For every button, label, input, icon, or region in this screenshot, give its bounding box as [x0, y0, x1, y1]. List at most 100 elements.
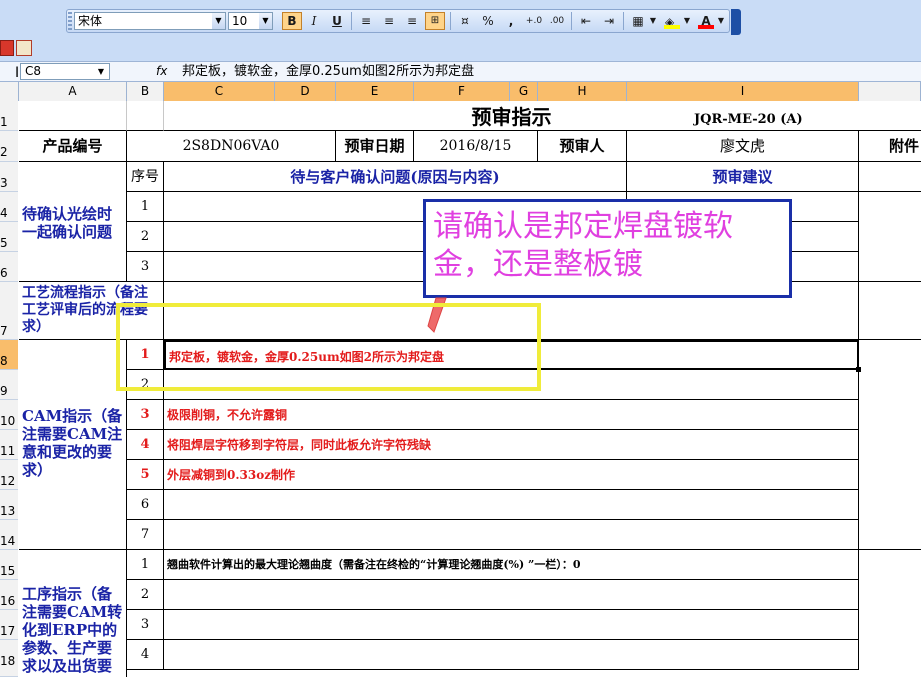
toolbar-grip[interactable]: [68, 12, 72, 30]
cell[interactable]: [859, 192, 921, 282]
date-label[interactable]: 预审日期: [336, 131, 414, 162]
align-center-icon[interactable]: ≡: [379, 12, 399, 30]
attachment-label[interactable]: 附件: [859, 131, 921, 162]
column-header-d[interactable]: D: [275, 82, 336, 101]
cam-item-text[interactable]: 极限削铜，不允许露铜: [164, 400, 859, 430]
reviewer-value[interactable]: 廖文虎: [627, 131, 859, 162]
row-header[interactable]: 10: [0, 400, 18, 430]
cell[interactable]: [859, 550, 921, 677]
cam-item-text[interactable]: 将阻焊层字符移到字符层，同时此板允许字符残缺: [164, 430, 859, 460]
row-header[interactable]: 1: [0, 101, 18, 131]
increase-decimal-icon[interactable]: +.0: [524, 12, 544, 30]
column-header-g[interactable]: G: [510, 82, 538, 101]
column-header-c[interactable]: C: [164, 82, 275, 101]
select-all-corner[interactable]: [0, 82, 19, 101]
row-header[interactable]: 9: [0, 370, 18, 400]
procedure-item-text[interactable]: [164, 640, 859, 670]
pdf-icon[interactable]: [0, 40, 14, 56]
cell[interactable]: [19, 101, 127, 131]
seq-number[interactable]: 2: [127, 222, 164, 252]
row-header[interactable]: 15: [0, 550, 18, 580]
procedure-item-text[interactable]: [164, 610, 859, 640]
procedure-item-text[interactable]: [164, 580, 859, 610]
row-header[interactable]: 16: [0, 580, 18, 610]
row-header[interactable]: 8: [0, 340, 18, 370]
cell[interactable]: [859, 340, 921, 550]
cam-seq-number[interactable]: 7: [127, 520, 164, 550]
toolbar-options-button[interactable]: [731, 9, 741, 35]
reviewer-label[interactable]: 预审人: [538, 131, 627, 162]
decrease-decimal-icon[interactable]: .00: [547, 12, 567, 30]
cam-item-text[interactable]: [164, 520, 859, 550]
product-label[interactable]: 产品编号: [19, 131, 127, 162]
fill-color-icon[interactable]: ◈: [662, 12, 682, 30]
borders-icon[interactable]: ▦: [628, 12, 648, 30]
product-value[interactable]: 2S8DN06VA0: [127, 131, 336, 162]
merge-center-icon[interactable]: ⊞: [425, 12, 445, 30]
issue-header[interactable]: 待与客户确认问题(原因与内容): [164, 162, 627, 192]
increase-indent-icon[interactable]: ⇥: [599, 12, 619, 30]
column-header-i[interactable]: I: [627, 82, 859, 101]
cell[interactable]: [859, 162, 921, 192]
row-header[interactable]: 7: [0, 282, 18, 340]
row-header[interactable]: 5: [0, 222, 18, 252]
procedure-seq-number[interactable]: 3: [127, 610, 164, 640]
font-name-select[interactable]: 宋体 ▼: [74, 12, 226, 30]
row-header[interactable]: 2: [0, 131, 18, 162]
fill-handle[interactable]: [856, 367, 861, 372]
row-header[interactable]: 4: [0, 192, 18, 222]
row-header[interactable]: 13: [0, 490, 18, 520]
row-header[interactable]: 18: [0, 640, 18, 677]
currency-icon[interactable]: ¤: [455, 12, 475, 30]
row-header[interactable]: 17: [0, 610, 18, 640]
column-header-e[interactable]: E: [336, 82, 414, 101]
bold-button[interactable]: B: [282, 12, 302, 30]
chevron-down-icon[interactable]: ▼: [259, 13, 272, 29]
advice-header[interactable]: 预审建议: [627, 162, 859, 192]
column-header-h[interactable]: H: [538, 82, 627, 101]
column-header-a[interactable]: A: [19, 82, 127, 101]
cam-seq-number[interactable]: 3: [127, 400, 164, 430]
procedure-seq-number[interactable]: 4: [127, 640, 164, 670]
section-procedure-label[interactable]: 工序指示（备注需要CAM转化到ERP中的参数、生产要求以及出货要: [19, 550, 127, 677]
procedure-seq-number[interactable]: 2: [127, 580, 164, 610]
row-header[interactable]: 3: [0, 162, 18, 192]
chevron-down-icon[interactable]: ▼: [94, 64, 108, 79]
cell[interactable]: [859, 101, 921, 131]
font-color-icon[interactable]: A: [696, 12, 716, 30]
row-header[interactable]: 14: [0, 520, 18, 550]
chevron-down-icon[interactable]: ▼: [212, 13, 225, 29]
chevron-down-icon[interactable]: ▼: [648, 12, 658, 30]
align-right-icon[interactable]: ≡: [402, 12, 422, 30]
cam-item-text[interactable]: [164, 490, 859, 520]
cam-seq-number[interactable]: 5: [127, 460, 164, 490]
doc-code[interactable]: JQR-ME-20 (A): [694, 112, 844, 130]
column-header-j[interactable]: [859, 82, 921, 101]
pdf-convert-icon[interactable]: [16, 40, 32, 56]
formula-input[interactable]: 邦定板，镀软金，金厚0.25um如图2所示为邦定盘: [182, 62, 882, 81]
chevron-down-icon[interactable]: ▼: [682, 12, 692, 30]
cam-seq-number[interactable]: 4: [127, 430, 164, 460]
seq-number[interactable]: 1: [127, 192, 164, 222]
cam-item-text[interactable]: 外层减铜到0.33oz制作: [164, 460, 859, 490]
date-value[interactable]: 2016/8/15: [414, 131, 538, 162]
decrease-indent-icon[interactable]: ⇤: [576, 12, 596, 30]
procedure-item-text[interactable]: 翘曲软件计算出的最大理论翘曲度（需备注在终检的“计算理论翘曲度(%) ”一栏）：…: [164, 550, 859, 580]
underline-button[interactable]: U: [327, 12, 347, 30]
fx-icon[interactable]: fx: [156, 63, 172, 80]
cell[interactable]: [127, 101, 164, 131]
row-header[interactable]: 6: [0, 252, 18, 282]
align-left-icon[interactable]: ≡: [356, 12, 376, 30]
chevron-down-icon[interactable]: ▼: [716, 12, 726, 30]
percent-button[interactable]: %: [478, 12, 498, 30]
column-header-f[interactable]: F: [414, 82, 510, 101]
section-confirm-label[interactable]: 待确认光绘时一起确认问题: [19, 162, 127, 282]
seq-header[interactable]: 序号: [127, 162, 164, 192]
cell[interactable]: [859, 282, 921, 340]
row-header[interactable]: 12: [0, 460, 18, 490]
seq-number[interactable]: 3: [127, 252, 164, 282]
comma-button[interactable]: ,: [501, 12, 521, 30]
procedure-seq-number[interactable]: 1: [127, 550, 164, 580]
italic-button[interactable]: I: [304, 12, 324, 30]
section-cam-label[interactable]: CAM指示（备注需要CAM注意和更改的要求）: [19, 340, 127, 550]
